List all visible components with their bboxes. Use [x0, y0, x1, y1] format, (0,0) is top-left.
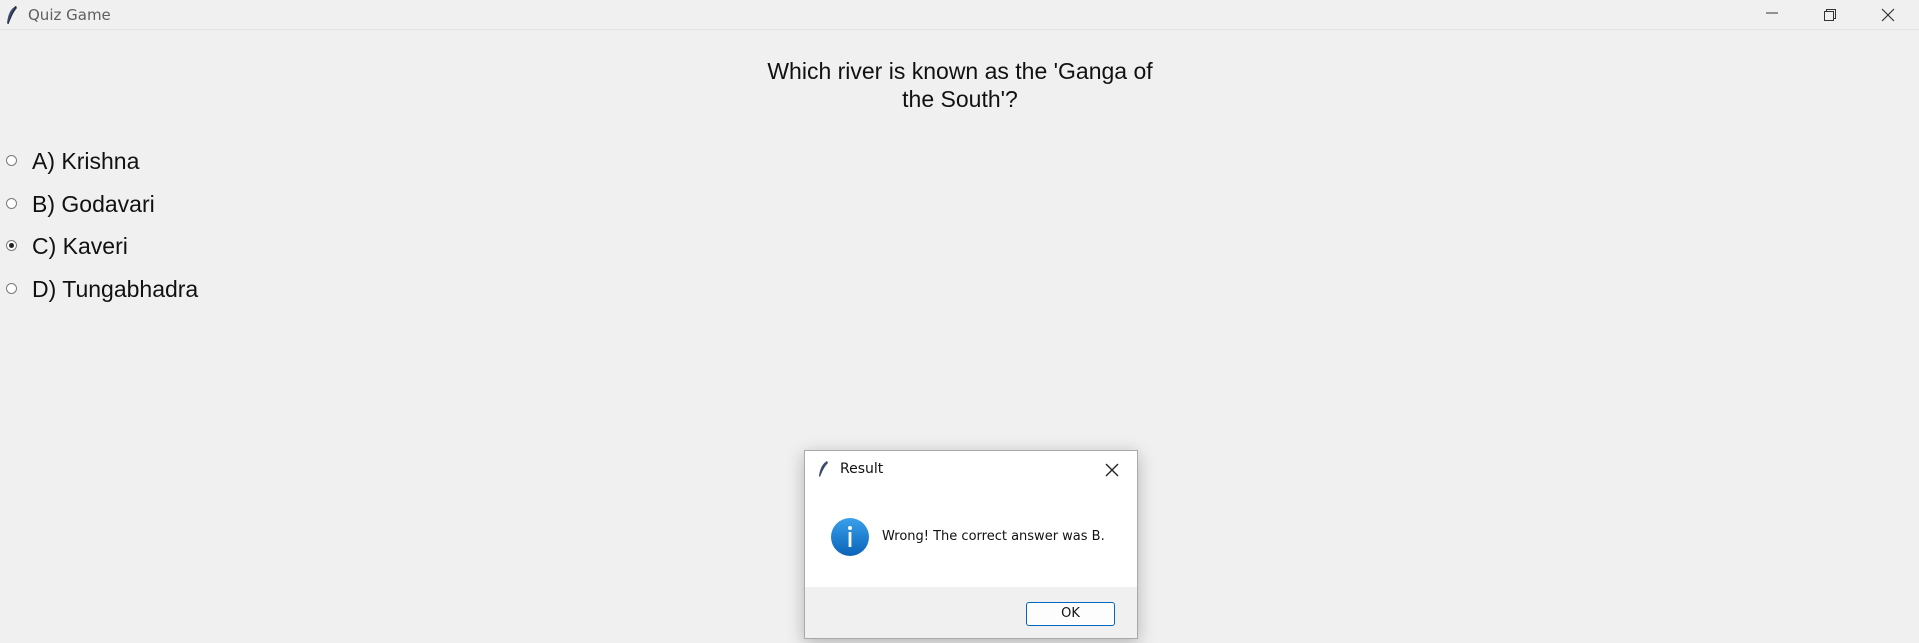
info-icon: [831, 518, 869, 556]
minimize-button[interactable]: [1743, 0, 1801, 29]
restore-button[interactable]: [1801, 0, 1859, 29]
close-icon: [1881, 8, 1895, 22]
result-dialog: Result Wrong! The correct answer was B. …: [804, 450, 1138, 639]
feather-icon: [819, 461, 828, 477]
window-title: Quiz Game: [28, 6, 111, 24]
question-text: Which river is known as the 'Ganga of th…: [767, 58, 1153, 112]
dialog-footer: OK: [805, 587, 1137, 638]
radio-button[interactable]: [6, 198, 17, 209]
minimize-icon: [1766, 12, 1778, 14]
radio-button-selected[interactable]: [6, 240, 17, 251]
option-label: D) Tungabhadra: [32, 276, 199, 302]
radio-button[interactable]: [6, 283, 17, 294]
dialog-title: Result: [840, 461, 884, 477]
feather-icon: [7, 5, 17, 25]
option-label: B) Godavari: [32, 191, 155, 217]
radio-button[interactable]: [6, 155, 17, 166]
option-label: C) Kaveri: [32, 233, 128, 259]
dialog-message: Wrong! The correct answer was B.: [882, 529, 1105, 544]
window-titlebar: Quiz Game: [0, 0, 1919, 30]
dialog-body: Wrong! The correct answer was B.: [805, 489, 1137, 587]
option-label: A) Krishna: [32, 148, 140, 174]
close-icon[interactable]: [1104, 462, 1120, 478]
restore-icon: [1824, 9, 1836, 21]
close-button[interactable]: [1859, 0, 1917, 29]
ok-button[interactable]: OK: [1026, 602, 1115, 626]
dialog-titlebar[interactable]: Result: [805, 451, 1137, 489]
